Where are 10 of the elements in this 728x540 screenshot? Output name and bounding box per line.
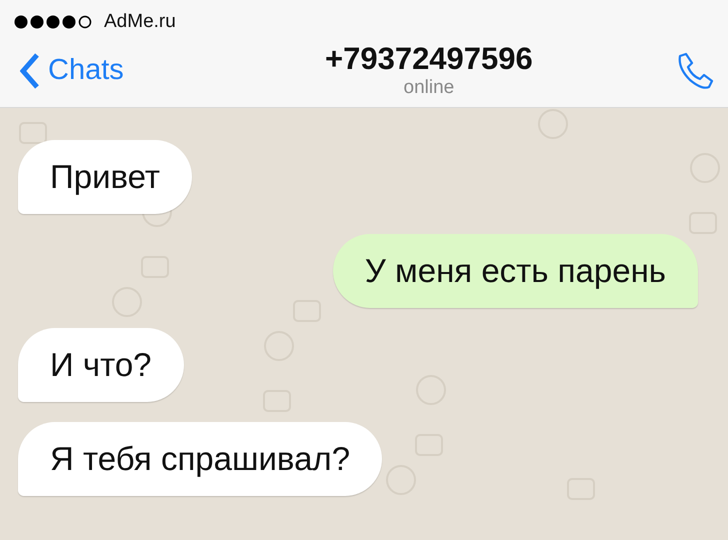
message-bubble: У меня есть парень xyxy=(332,234,698,308)
message-bubble: Привет xyxy=(18,140,192,214)
message-bubble: И что? xyxy=(18,328,184,402)
contact-phone-number: +79372497596 xyxy=(325,42,533,77)
contact-status: online xyxy=(404,76,454,99)
carrier-name: AdMe.ru xyxy=(104,11,176,33)
signal-strength-icon xyxy=(14,15,94,29)
chevron-left-icon xyxy=(20,52,40,88)
back-button[interactable]: Chats xyxy=(20,52,124,88)
message-bubble: Я тебя спрашивал? xyxy=(18,422,382,496)
